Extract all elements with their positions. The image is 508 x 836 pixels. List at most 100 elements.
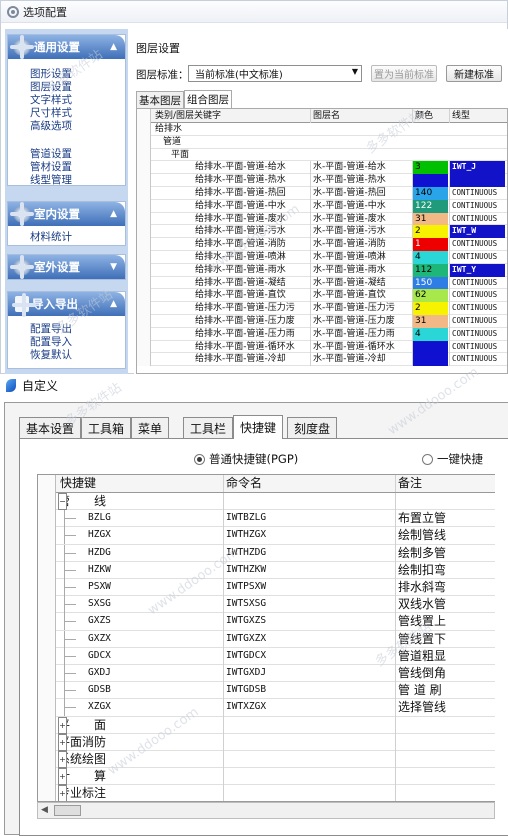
expand-icon[interactable]: + bbox=[58, 733, 67, 751]
tree-group-row[interactable]: + 计 算 bbox=[38, 768, 495, 786]
sidebar-item-material-stats[interactable]: 材料统计 bbox=[30, 229, 72, 244]
tree-node[interactable]: 平面 bbox=[137, 148, 507, 162]
layer-color-swatch: 2 bbox=[412, 225, 448, 239]
row-gutter bbox=[137, 161, 151, 175]
layer-row[interactable]: 给排水-平面-管道-压力污 水-平面-管道-压力污 2 CONTINUOUS bbox=[137, 302, 507, 315]
row-gutter bbox=[38, 544, 56, 562]
layer-row[interactable]: 给排水-平面-管道-中水 水-平面-管道-中水 122 CONTINUOUS bbox=[137, 199, 507, 213]
new-standard-button[interactable]: 新建标准 bbox=[446, 65, 502, 82]
tab-menu[interactable]: 菜单 bbox=[131, 417, 169, 438]
expand-icon[interactable]: + bbox=[58, 785, 67, 801]
shortcut-row[interactable]: HZGX IWTHZGX 绘制管线 bbox=[38, 527, 495, 545]
sidebar-group-header-general[interactable]: 通用设置 ▲ bbox=[8, 35, 125, 59]
shortcut-row[interactable]: XZGX IWTXZGX 选择管线 bbox=[38, 699, 495, 717]
shortcut-row[interactable]: GDCX IWTGDCX 管道粗显 bbox=[38, 647, 495, 665]
layer-row[interactable]: 给排水-平面-管道-雨水 水-平面-管道-雨水 112 IWT_Y bbox=[137, 263, 507, 277]
layer-row[interactable]: 给排水-平面-管道-废水 水-平面-管道-废水 31 CONTINUOUS bbox=[137, 212, 507, 226]
sidebar-item-linetype[interactable]: 线型管理 bbox=[30, 172, 72, 187]
layer-name: 水-平面-管道-压力污 bbox=[310, 302, 411, 315]
row-gutter bbox=[38, 665, 56, 683]
layer-color-swatch: 4 bbox=[412, 327, 448, 341]
sidebar-item-restore-default[interactable]: 恢复默认 bbox=[30, 347, 72, 362]
tab-toolbox[interactable]: 工具箱 bbox=[81, 417, 131, 438]
tree-group-row[interactable]: − 管 线 bbox=[38, 493, 495, 511]
sidebar-group-header-indoor[interactable]: 室内设置 ▲ bbox=[8, 202, 125, 226]
scroll-left-icon[interactable]: ◀ bbox=[41, 805, 48, 815]
layer-key: 给排水-平面-管道-压力废 bbox=[195, 316, 295, 326]
shortcut-key: XZGX bbox=[88, 701, 111, 713]
layer-row[interactable]: 给排水-平面-管道-凝结 水-平面-管道-凝结 150 CONTINUOUS bbox=[137, 276, 507, 290]
tab-basic-layers[interactable]: 基本图层 bbox=[136, 91, 184, 108]
expand-icon[interactable]: + bbox=[58, 751, 67, 769]
layer-row[interactable]: 给排水-平面-管道-污水 水-平面-管道-污水 2 IWT_W bbox=[137, 225, 507, 239]
layer-row[interactable]: 给排水-平面-管道-直饮 水-平面-管道-直饮 62 CONTINUOUS bbox=[137, 289, 507, 303]
command-note: 布置立管 bbox=[395, 510, 495, 528]
tab-basic-settings[interactable]: 基本设置 bbox=[19, 417, 81, 438]
tab-combined-layers[interactable]: 组合图层 bbox=[184, 90, 232, 108]
layer-row[interactable]: 给排水-平面-管道-循环水 水-平面-管道-循环水 CONTINUOUS bbox=[137, 340, 507, 354]
expand-icon[interactable]: + bbox=[58, 716, 67, 734]
row-gutter bbox=[38, 785, 56, 801]
chevron-down-icon[interactable]: ▼ bbox=[110, 262, 117, 272]
tree-group-label: + 平面消防 bbox=[58, 733, 223, 751]
tab-toolbar[interactable]: 工具栏 bbox=[183, 417, 233, 438]
shortcut-row[interactable]: PSXW IWTPSXW 排水斜弯 bbox=[38, 579, 495, 597]
column-header: 颜色 bbox=[412, 109, 448, 123]
tree-group-row[interactable]: + 系统绘图 bbox=[38, 751, 495, 769]
layer-row[interactable]: 给排水-平面-管道-热水 水-平面-管道-热水 bbox=[137, 174, 507, 187]
chevron-up-icon[interactable]: ▲ bbox=[110, 299, 117, 309]
layer-row[interactable]: 给排水-平面-管道-喷淋 水-平面-管道-喷淋 4 CONTINUOUS bbox=[137, 251, 507, 264]
layer-key: 给排水-平面-管道-给水 bbox=[195, 162, 286, 173]
layer-key: 给排水-平面-管道-直饮 bbox=[195, 290, 286, 301]
row-gutter bbox=[137, 263, 151, 277]
shortcut-row[interactable]: BZLG IWTBZLG 布置立管 bbox=[38, 510, 495, 528]
row-gutter bbox=[38, 682, 56, 700]
tree-group-row[interactable]: + 专业标注 bbox=[38, 785, 495, 801]
layer-row[interactable]: 给排水-平面-管道-消防 水-平面-管道-消防 1 CONTINUOUS bbox=[137, 238, 507, 251]
chevron-up-icon[interactable]: ▲ bbox=[110, 209, 117, 219]
horizontal-scrollbar[interactable]: ◀ bbox=[37, 802, 495, 819]
expand-icon[interactable]: + bbox=[58, 768, 67, 786]
sidebar-item-advanced[interactable]: 高级选项 bbox=[30, 118, 72, 133]
shortcut-row[interactable]: HZDG IWTHZDG 绘制多管 bbox=[38, 544, 495, 562]
tab-dial[interactable]: 刻度盘 bbox=[287, 417, 337, 438]
shortcut-row[interactable]: SXSG IWTSXSG 双线水管 bbox=[38, 596, 495, 614]
row-gutter bbox=[38, 647, 56, 665]
sidebar-group-header-import-export[interactable]: 导入导出 ▲ bbox=[8, 292, 125, 317]
shortcut-row[interactable]: GXDJ IWTGXDJ 管线倒角 bbox=[38, 665, 495, 683]
shortcut-row[interactable]: HZKW IWTHZKW 绘制扣弯 bbox=[38, 561, 495, 579]
collapse-icon[interactable]: − bbox=[58, 493, 67, 511]
shortcut-row[interactable]: GXZX IWTGXZX 管线置下 bbox=[38, 630, 495, 648]
set-current-standard-button[interactable]: 置为当前标准 bbox=[371, 65, 437, 82]
layer-color-swatch: 112 bbox=[412, 263, 448, 277]
tree-node[interactable]: 给排水 bbox=[137, 123, 507, 136]
shortcut-row[interactable]: GXZS IWTGXZS 管线置上 bbox=[38, 613, 495, 631]
layer-linetype: IWT_W bbox=[449, 225, 505, 239]
tree-node[interactable]: 管道 bbox=[137, 135, 507, 149]
tree-group-row[interactable]: + 平面消防 bbox=[38, 733, 495, 751]
layer-row[interactable]: 给排水-平面-管道-给水 水-平面-管道-给水 3 IWT_J bbox=[137, 161, 507, 175]
layer-row[interactable]: 给排水-平面-管道-冷却 水-平面-管道-冷却 CONTINUOUS bbox=[137, 353, 507, 367]
shortcut-key: GDSB bbox=[88, 684, 111, 696]
tab-shortcuts[interactable]: 快捷键 bbox=[233, 415, 283, 439]
layer-row[interactable]: 给排水-平面-管道-压力废 水-平面-管道-压力废 31 CONTINUOUS bbox=[137, 315, 507, 328]
radio-normal-shortcut[interactable]: 普通快捷键(PGP) bbox=[194, 451, 298, 467]
command-note: 管线倒角 bbox=[395, 665, 495, 683]
layer-key: 给排水-平面-管道-热水 bbox=[195, 175, 286, 186]
layer-row[interactable]: 给排水-平面-管道-热回 水-平面-管道-热回 140 CONTINUOUS bbox=[137, 187, 507, 200]
layer-standard-select[interactable]: 当前标准(中文标准) ▼ bbox=[188, 65, 362, 82]
shortcut-key: GXDJ bbox=[88, 667, 111, 678]
layer-key: 给排水-平面-管道-压力雨 bbox=[195, 328, 295, 339]
chevron-up-icon[interactable]: ▲ bbox=[110, 42, 117, 52]
tree-group-row[interactable]: + 平 面 bbox=[38, 716, 495, 734]
radio-one-key-shortcut[interactable]: 一键快捷 bbox=[422, 451, 483, 467]
scrollbar-thumb[interactable] bbox=[54, 805, 81, 816]
grid-header: 类别/图层关键字 图层名 颜色 线型 bbox=[137, 109, 507, 123]
shortcut-row[interactable]: GDSB IWTGDSB 管 道 刷 bbox=[38, 682, 495, 700]
sidebar-group-header-outdoor[interactable]: 室外设置 ▼ bbox=[8, 255, 125, 279]
layer-row[interactable]: 给排水-平面-管道-压力雨 水-平面-管道-压力雨 4 CONTINUOUS bbox=[137, 327, 507, 341]
document-icon bbox=[12, 293, 36, 317]
row-gutter bbox=[137, 327, 151, 341]
tree-line bbox=[64, 690, 76, 692]
sidebar-group-general: 通用设置 ▲ 图形设置 图层设置 文字样式 尺寸样式 高级选项 管道设置 管材设… bbox=[7, 34, 126, 186]
